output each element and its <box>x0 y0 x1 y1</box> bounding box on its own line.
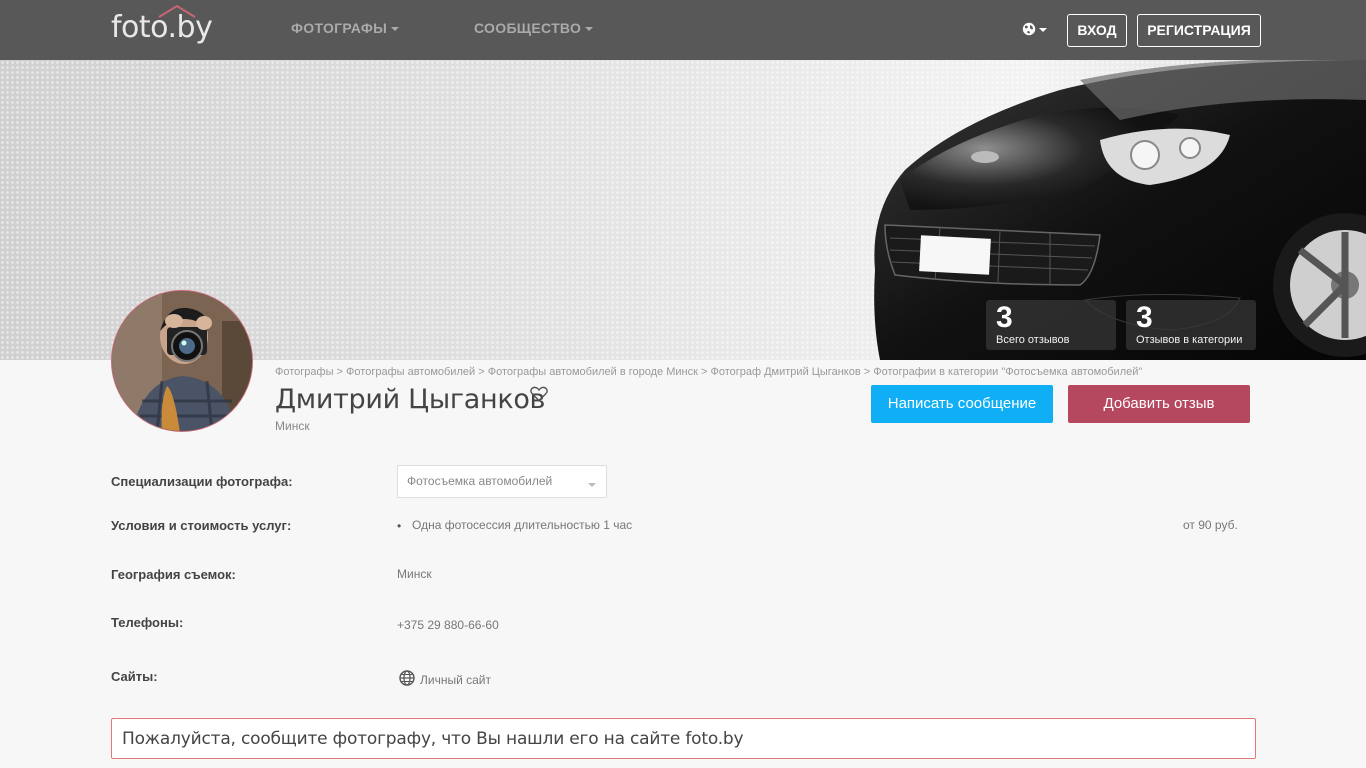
breadcrumb-separator: > <box>478 366 485 378</box>
chevron-down-icon <box>391 27 400 32</box>
stat-category-reviews: 3 Отзывов в категории <box>1126 300 1256 350</box>
top-navbar: foto.by ФОТОГРАФЫ СООБЩЕСТВО ВХОД РЕГИСТ… <box>0 0 1366 60</box>
chevron-down-icon <box>585 27 594 32</box>
service-name: Одна фотосессия длительностью 1 час <box>412 518 633 532</box>
breadcrumb-separator: > <box>863 366 871 378</box>
add-review-button[interactable]: Добавить отзыв <box>1068 385 1250 423</box>
avatar-photo <box>112 291 252 431</box>
specialization-select-value: Фотосъемка автомобилей <box>407 474 553 488</box>
write-message-button[interactable]: Написать сообщение <box>871 385 1053 423</box>
services-label: Условия и стоимость услуг: <box>111 518 292 533</box>
breadcrumb-separator: > <box>700 366 708 378</box>
found-on-site-notice: Пожалуйста, сообщите фотографу, что Вы н… <box>111 718 1256 759</box>
login-button[interactable]: ВХОД <box>1067 14 1127 47</box>
notice-text: Пожалуйста, сообщите фотографу, что Вы н… <box>122 729 744 749</box>
personal-site-label: Личный сайт <box>420 673 491 687</box>
photographer-name: Дмитрий Цыганков <box>275 384 546 415</box>
stat-category-reviews-value: 3 <box>1136 301 1153 334</box>
heart-icon[interactable] <box>530 386 548 402</box>
breadcrumb-item[interactable]: Фотографы <box>275 366 333 378</box>
stat-total-reviews: 3 Всего отзывов <box>986 300 1116 350</box>
stat-total-reviews-value: 3 <box>996 301 1013 334</box>
geography-value: Минск <box>397 567 432 581</box>
menu-community-label: СООБЩЕСТВО <box>474 20 582 36</box>
breadcrumb-item[interactable]: Фотографы автомобилей в городе Минск <box>488 366 698 378</box>
breadcrumb-separator: > <box>336 366 343 378</box>
breadcrumb-item[interactable]: Фотограф Дмитрий Цыганков <box>710 366 860 378</box>
register-button[interactable]: РЕГИСТРАЦИЯ <box>1137 14 1261 47</box>
bullet-icon: • <box>397 519 402 533</box>
logo-text: foto.by <box>111 10 213 45</box>
geography-label: География съемок: <box>111 567 236 582</box>
breadcrumb: Фотографы > Фотографы автомобилей > Фото… <box>275 366 1142 378</box>
photographer-city: Минск <box>275 419 310 433</box>
phones-label: Телефоны: <box>111 615 184 630</box>
site-logo[interactable]: foto.by <box>111 4 241 48</box>
breadcrumb-item[interactable]: Фотографии в категории "Фотосъемка автом… <box>873 366 1142 378</box>
stat-total-reviews-label: Всего отзывов <box>996 334 1070 346</box>
menu-photographers-label: ФОТОГРАФЫ <box>291 20 388 36</box>
stat-category-reviews-label: Отзывов в категории <box>1136 334 1243 346</box>
language-selector[interactable] <box>1021 20 1049 40</box>
web-icon <box>399 670 415 686</box>
phone-value[interactable]: +375 29 880-66-60 <box>397 618 499 632</box>
sites-label: Сайты: <box>111 669 158 684</box>
chevron-down-icon <box>1039 28 1047 32</box>
service-price: от 90 руб. <box>1183 518 1238 532</box>
menu-photographers[interactable]: ФОТОГРАФЫ <box>291 20 400 36</box>
specialization-select[interactable]: Фотосъемка автомобилей <box>397 465 607 498</box>
specializations-label: Специализации фотографа: <box>111 474 293 489</box>
avatar[interactable] <box>111 290 253 432</box>
breadcrumb-item[interactable]: Фотографы автомобилей <box>346 366 475 378</box>
chevron-down-icon <box>588 483 596 487</box>
globe-icon <box>1022 22 1036 36</box>
menu-community[interactable]: СООБЩЕСТВО <box>474 20 594 36</box>
